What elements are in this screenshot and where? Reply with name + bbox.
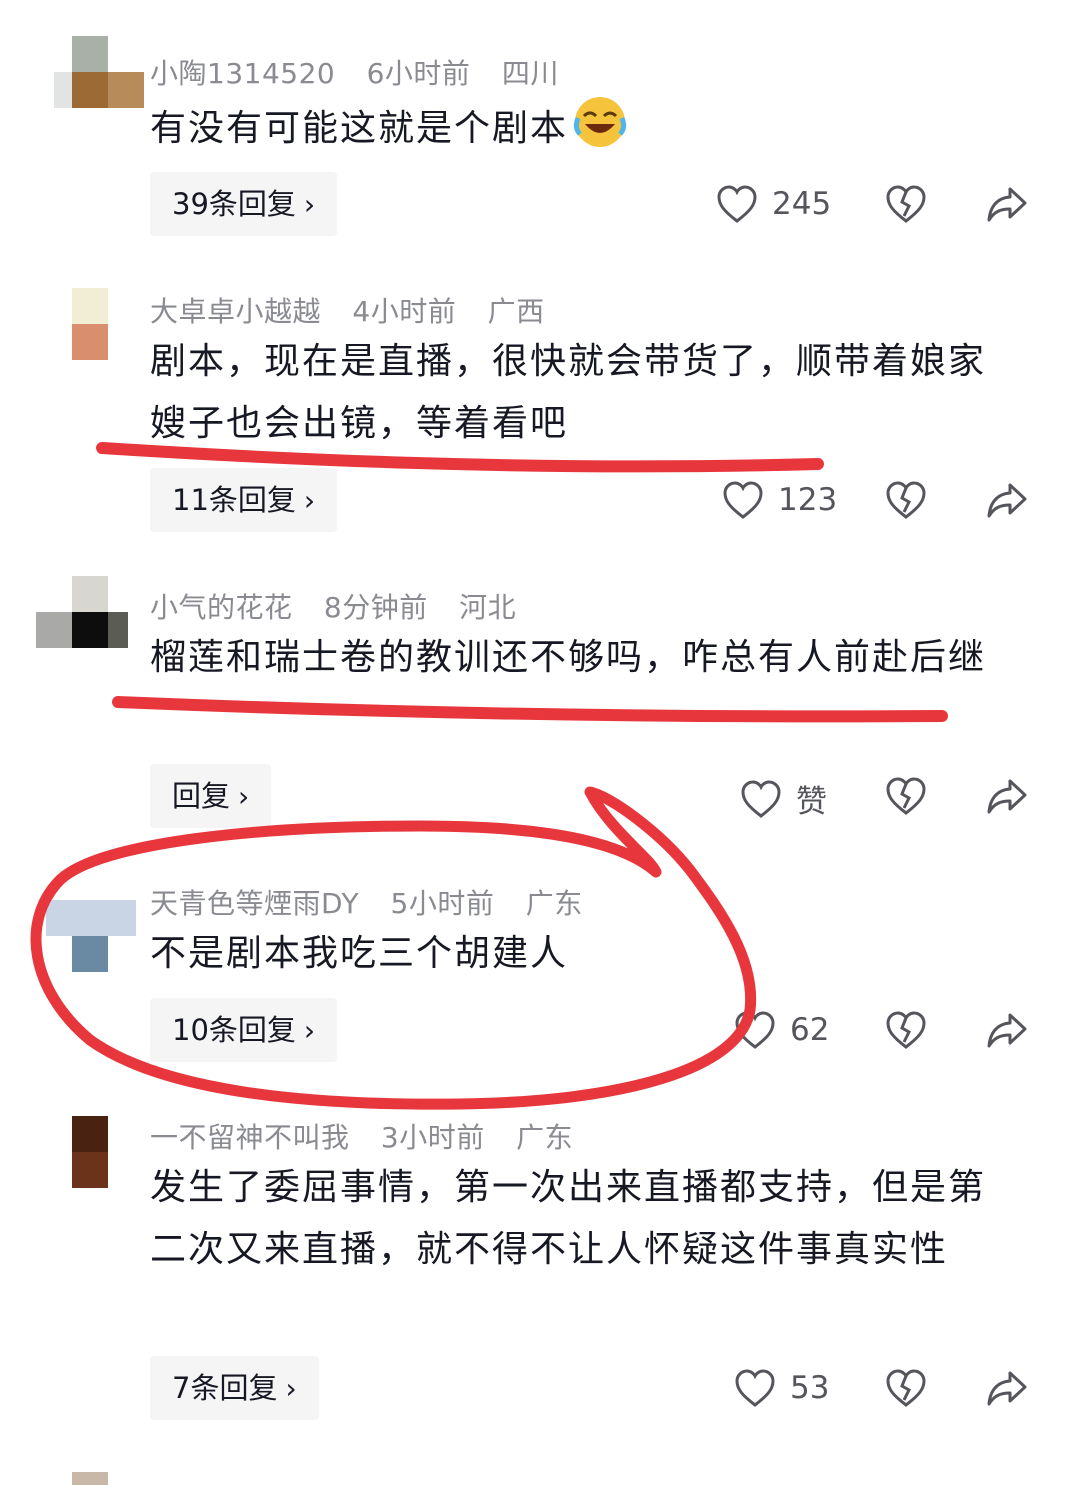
laughing-tears-icon: [573, 97, 627, 147]
share-arrow-icon: [987, 779, 1027, 814]
like-button[interactable]: 53: [734, 1368, 829, 1408]
username[interactable]: 天青色等煙雨DY: [150, 887, 359, 920]
comment-meta: 天青色等煙雨DY 5小时前 广东: [150, 882, 605, 922]
view-replies-button[interactable]: 回复 ›: [150, 764, 272, 828]
like-count: 赞: [796, 784, 827, 820]
view-replies-button[interactable]: 11条回复 ›: [150, 468, 338, 532]
view-replies-button[interactable]: 7条回复 ›: [150, 1356, 319, 1420]
location: 广东: [525, 887, 583, 920]
broken-heart-icon: [886, 777, 926, 815]
username[interactable]: 小陶1314520: [150, 57, 335, 90]
chevron-right-icon: ›: [303, 484, 316, 517]
view-replies-button[interactable]: 10条回复 ›: [150, 998, 338, 1062]
broken-heart-icon: [886, 185, 926, 223]
underline-annotation: [112, 696, 948, 723]
timestamp: 3小时前: [380, 1121, 485, 1154]
share-button[interactable]: [986, 776, 1028, 818]
share-arrow-icon: [987, 483, 1027, 518]
comment-text: 剧本，现在是直播，很快就会带货了，顺带着娘家嫂子也会出镜，等着看吧: [150, 341, 987, 444]
share-button[interactable]: [986, 1368, 1028, 1410]
broken-heart-icon: [886, 481, 926, 519]
share-button[interactable]: [986, 480, 1028, 522]
location: 广西: [487, 295, 545, 328]
comment-text: 有没有可能这就是个剧本: [150, 94, 1010, 160]
dislike-button[interactable]: [885, 776, 927, 818]
comment-text: 榴莲和瑞士卷的教训还不够吗，咋总有人前赴后继: [150, 637, 987, 678]
reply-label: 7条回复: [172, 1371, 278, 1405]
dislike-button[interactable]: [885, 1368, 927, 1410]
view-replies-button[interactable]: 39条回复 ›: [150, 172, 338, 236]
heart-icon: [717, 185, 757, 223]
timestamp: 8分钟前: [323, 591, 428, 624]
broken-heart-icon: [886, 1011, 926, 1049]
like-button[interactable]: 62: [734, 1010, 829, 1050]
username[interactable]: 小气的花花: [150, 591, 293, 624]
avatar[interactable]: [54, 36, 146, 128]
comment-text-content: 有没有可能这就是个剧本: [150, 108, 569, 149]
comment-meta: 一不留神不叫我 3小时前 广东: [150, 1116, 595, 1156]
dislike-button[interactable]: [885, 1010, 927, 1052]
chevron-right-icon: ›: [238, 780, 250, 813]
dislike-button[interactable]: [885, 184, 927, 226]
comment-meta: 大卓卓小越越 4小时前 广西: [150, 290, 567, 330]
like-button[interactable]: 245: [716, 184, 831, 224]
like-button[interactable]: 123: [722, 480, 837, 520]
like-button[interactable]: 赞: [740, 776, 827, 821]
broken-heart-icon: [886, 1369, 926, 1407]
heart-icon: [741, 779, 781, 818]
avatar[interactable]: [54, 1116, 146, 1208]
share-arrow-icon: [987, 187, 1027, 222]
chevron-right-icon: ›: [285, 1372, 297, 1405]
share-button[interactable]: [986, 184, 1028, 226]
like-count: 123: [778, 482, 838, 518]
avatar[interactable]: [36, 576, 128, 668]
timestamp: 5小时前: [390, 887, 495, 920]
like-count: 245: [772, 186, 832, 222]
chevron-right-icon: ›: [303, 1014, 316, 1047]
location: 河北: [459, 591, 517, 624]
share-button[interactable]: [986, 1010, 1028, 1052]
avatar[interactable]: [54, 1472, 146, 1485]
comment-meta: 小陶1314520 6小时前 四川: [150, 52, 581, 92]
avatar[interactable]: [54, 288, 146, 380]
reply-label: 11条回复: [172, 483, 296, 517]
chevron-right-icon: ›: [303, 188, 316, 221]
avatar[interactable]: [46, 900, 136, 992]
reply-label: 39条回复: [172, 187, 296, 221]
timestamp: 4小时前: [352, 295, 457, 328]
timestamp: 6小时前: [366, 57, 471, 90]
location: 四川: [501, 57, 559, 90]
share-arrow-icon: [987, 1013, 1027, 1048]
reply-label: 10条回复: [172, 1013, 296, 1047]
share-arrow-icon: [987, 1371, 1027, 1406]
comment-text: 发生了委屈事情，第一次出来直播都支持，但是第二次又来直播，就不得不让人怀疑这件事…: [150, 1167, 987, 1270]
comment-meta: 小气的花花 8分钟前 河北: [150, 586, 538, 626]
heart-icon: [735, 1369, 775, 1407]
location: 广东: [516, 1121, 574, 1154]
heart-icon: [735, 1011, 775, 1049]
like-count: 62: [790, 1012, 830, 1048]
username[interactable]: 大卓卓小越越: [150, 295, 321, 328]
reply-label: 回复: [172, 779, 231, 813]
heart-icon: [723, 481, 763, 519]
comment-text: 不是剧本我吃三个胡建人: [150, 933, 569, 974]
like-count: 53: [790, 1370, 830, 1406]
dislike-button[interactable]: [885, 480, 927, 522]
username[interactable]: 一不留神不叫我: [150, 1121, 350, 1154]
